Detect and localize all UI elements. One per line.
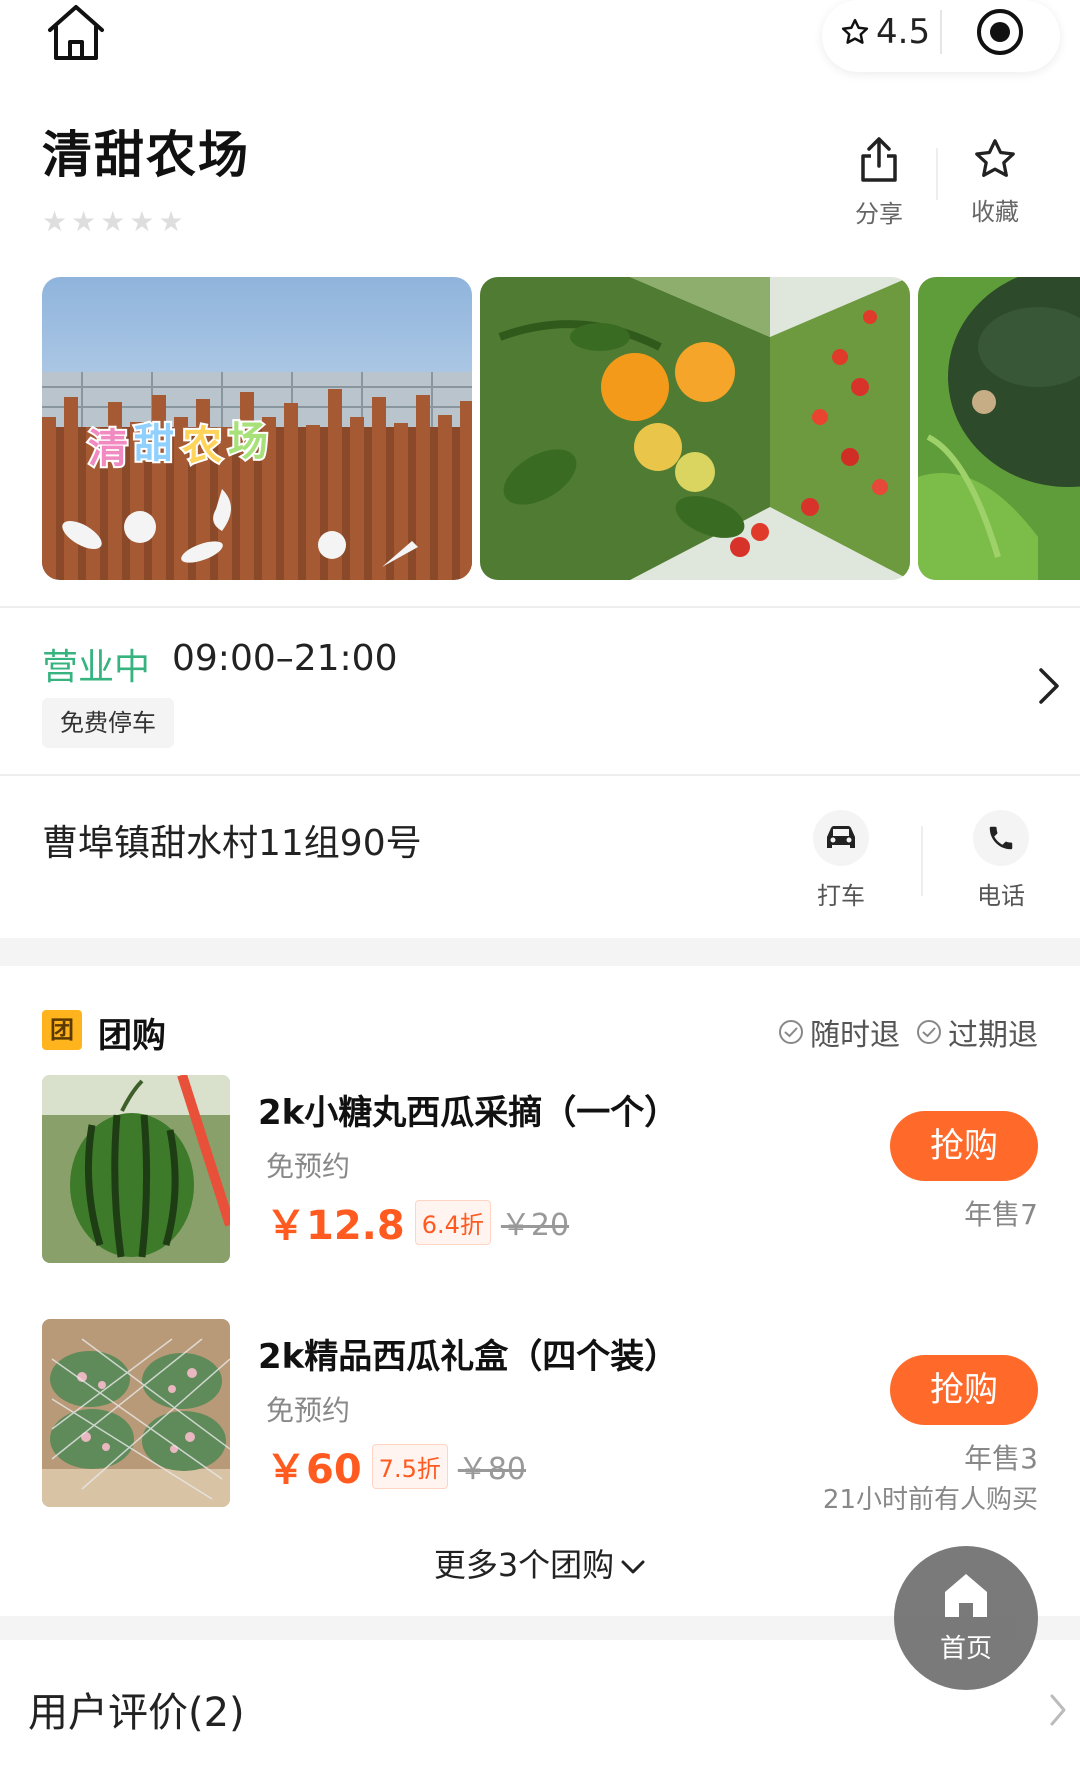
- group-buy-badge: 团: [42, 1010, 82, 1050]
- car-icon: [813, 810, 869, 866]
- svg-text:清: 清: [88, 426, 128, 472]
- deal-annual-sales: 年售3: [964, 1442, 1038, 1475]
- phone-icon: [973, 810, 1029, 866]
- deal-title: 2k精品西瓜礼盒（四个装）: [258, 1337, 679, 1377]
- deal-no-reservation: 免预约: [266, 1150, 351, 1183]
- home-icon[interactable]: [44, 2, 108, 64]
- section-divider: [0, 938, 1080, 966]
- photo-gallery[interactable]: 清 甜 农 场: [42, 277, 1080, 580]
- divider: [0, 606, 1080, 608]
- open-status: 营业中: [42, 647, 151, 688]
- deal-price-row: ￥12.8 6.4折 ￥20: [266, 1193, 569, 1251]
- chevron-down-icon: [621, 1560, 645, 1574]
- deal-discount: 6.4折: [414, 1199, 491, 1245]
- more-group-buy-label: 更多3个团购: [433, 1546, 615, 1584]
- rating-button[interactable]: 4.5: [840, 10, 930, 54]
- deal-price: ￥60: [266, 1447, 362, 1493]
- deal-no-reservation: 免预约: [266, 1394, 351, 1427]
- phone-label: 电话: [977, 882, 1025, 910]
- deal-title: 2k小糖丸西瓜采摘（一个）: [258, 1093, 679, 1133]
- pumpkin-photo[interactable]: [918, 277, 1080, 580]
- watermelon-gift-box-thumbnail: [42, 1319, 230, 1507]
- address-row: 曹埠镇甜水村11组90号 打车 电话: [0, 776, 1080, 938]
- floating-home-button[interactable]: 首页: [894, 1546, 1038, 1690]
- capsule-divider: [940, 10, 942, 54]
- record-icon[interactable]: [974, 6, 1026, 58]
- watermelon-thumbnail: [42, 1075, 230, 1263]
- mini-program-capsule: 4.5: [822, 0, 1060, 72]
- chevron-right-icon: [1039, 668, 1059, 704]
- phone-button[interactable]: 电话: [951, 810, 1051, 911]
- business-hours-row[interactable]: 营业中 09:00–21:00 免费停车: [0, 610, 1080, 774]
- taxi-label: 打车: [817, 882, 865, 910]
- check-circle-icon: [779, 1020, 803, 1044]
- star-icon: ★: [42, 205, 68, 238]
- favorite-button[interactable]: 收藏: [945, 136, 1045, 227]
- buy-button[interactable]: 抢购: [890, 1111, 1038, 1181]
- group-buy-title: 团购: [98, 1016, 166, 1056]
- refund-policies: 随时退 过期退: [778, 1010, 1038, 1054]
- share-icon: [861, 137, 897, 182]
- action-divider: [936, 148, 938, 200]
- taxi-button[interactable]: 打车: [791, 810, 891, 911]
- reviews-title: 用户评价(2): [28, 1690, 245, 1736]
- svg-text:甜: 甜: [134, 421, 174, 467]
- top-bar: 4.5: [0, 0, 1080, 80]
- deal-original-price: ￥80: [457, 1452, 527, 1487]
- deal-price-row: ￥60 7.5折 ￥80: [266, 1437, 526, 1495]
- share-label: 分享: [855, 200, 903, 228]
- deal-discount: 7.5折: [371, 1443, 448, 1489]
- star-icon: ★: [158, 205, 184, 238]
- star-icon: ★: [100, 205, 126, 238]
- address-text[interactable]: 曹埠镇甜水村11组90号: [42, 814, 422, 866]
- floating-home-label: 首页: [939, 1634, 992, 1664]
- star-rating: ★ ★ ★ ★ ★: [42, 208, 184, 236]
- star-icon: ★: [129, 205, 155, 238]
- deal-item[interactable]: 2k小糖丸西瓜采摘（一个） 免预约 ￥12.8 6.4折 ￥20 抢购 年售7: [0, 1075, 1080, 1275]
- check-circle-icon: [917, 1020, 941, 1044]
- opening-hours: 09:00–21:00: [172, 638, 398, 679]
- star-icon: [975, 139, 1015, 177]
- deal-price: ￥12.8: [266, 1203, 405, 1249]
- rating-value: 4.5: [876, 12, 931, 52]
- buy-button[interactable]: 抢购: [890, 1355, 1038, 1425]
- star-outline-icon: [841, 18, 869, 44]
- parking-tag: 免费停车: [42, 698, 174, 748]
- farm-entrance-photo[interactable]: 清 甜 农 场: [42, 277, 472, 580]
- deal-annual-sales: 年售7: [964, 1198, 1038, 1231]
- star-icon: ★: [71, 205, 97, 238]
- page-title: 清甜农场: [42, 126, 250, 184]
- tomato-photo[interactable]: [480, 277, 910, 580]
- svg-text:场: 场: [228, 419, 268, 465]
- deal-recent-purchase: 21小时前有人购买: [822, 1485, 1038, 1515]
- share-button[interactable]: 分享: [829, 136, 929, 229]
- deal-original-price: ￥20: [500, 1208, 570, 1243]
- policy-expired-refund: 过期退: [948, 1018, 1038, 1053]
- policy-anytime-refund: 随时退: [810, 1018, 900, 1053]
- chevron-right-icon: [1050, 1694, 1066, 1726]
- home-icon: [945, 1574, 987, 1617]
- group-buy-header: 团 团购 随时退 过期退: [0, 1000, 1080, 1060]
- favorite-label: 收藏: [971, 198, 1019, 226]
- svg-text:农: 农: [182, 423, 222, 469]
- deal-item[interactable]: 2k精品西瓜礼盒（四个装） 免预约 ￥60 7.5折 ￥80 抢购 年售3 21…: [0, 1319, 1080, 1519]
- action-divider: [921, 826, 923, 896]
